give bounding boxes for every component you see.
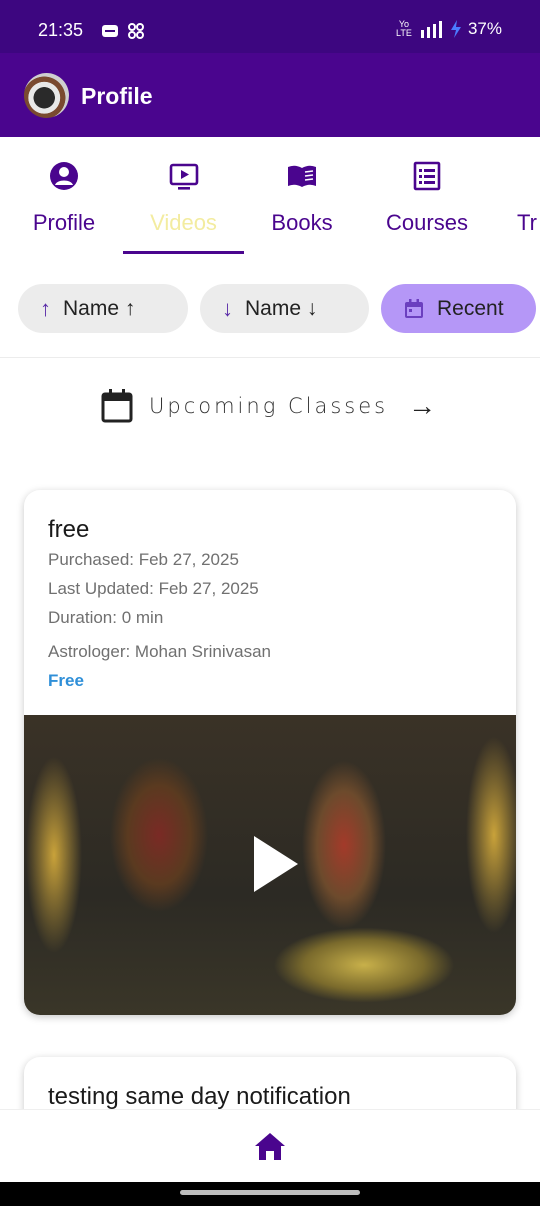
purchased-date: Purchased: Feb 27, 2025: [48, 550, 239, 569]
calendar-icon: [101, 389, 133, 423]
bottom-navigation: [0, 1109, 540, 1182]
home-icon[interactable]: [254, 1131, 286, 1161]
app-bar: Profile: [0, 53, 540, 137]
status-time: 21:35: [38, 20, 84, 40]
upcoming-classes-label: Upcoming Classes: [149, 394, 389, 418]
tab-profile[interactable]: Profile: [18, 137, 110, 257]
video-title: free: [48, 516, 90, 543]
tab-videos[interactable]: Videos: [123, 137, 244, 257]
tab-label: Tr: [517, 210, 537, 235]
list-icon: [413, 161, 441, 191]
duration: Duration: 0 min: [48, 608, 164, 627]
page-title: Profile: [81, 83, 153, 109]
tab-bar: Profile Videos Books Courses Tr: [0, 137, 540, 257]
video-title: testing same day notification: [48, 1083, 351, 1110]
last-updated-date: Last Updated: Feb 27, 2025: [48, 579, 259, 598]
account-circle-icon: [50, 162, 78, 190]
battery-charging-icon: [450, 20, 461, 38]
tab-books[interactable]: Books: [262, 137, 342, 257]
calendar-icon: [405, 298, 423, 318]
chip-label: Name ↓: [245, 296, 318, 320]
astrologer: Astrologer: Mohan Srinivasan: [48, 642, 272, 661]
system-icons: Yo LTE 37%: [396, 19, 502, 39]
play-icon[interactable]: [254, 836, 298, 892]
tv-play-icon: [169, 163, 198, 190]
tab-label: Books: [271, 210, 333, 235]
chip-label: Recent: [437, 296, 504, 320]
tab-label: Profile: [32, 210, 96, 235]
book-open-icon: [288, 165, 316, 187]
battery-percent: 37%: [467, 19, 502, 38]
upcoming-classes-link[interactable]: Upcoming Classes →: [101, 388, 436, 424]
tab-partial[interactable]: Tr: [517, 137, 540, 257]
gesture-bar: [0, 1182, 540, 1206]
price-badge: Free: [48, 671, 84, 690]
tab-label: Videos: [150, 210, 217, 235]
arrow-up-icon: ↑: [40, 295, 51, 321]
arrow-right-icon: →: [408, 390, 437, 421]
divider: [0, 357, 540, 358]
home-gesture-handle[interactable]: [180, 1190, 360, 1195]
volte-icon: Yo LTE: [396, 19, 412, 38]
video-thumbnail[interactable]: [24, 715, 516, 1015]
signal-icon: [420, 21, 442, 38]
app-notification-icon: [102, 25, 118, 37]
video-card[interactable]: free Purchased: Feb 27, 2025 Last Update…: [24, 490, 516, 1015]
avatar[interactable]: [24, 73, 69, 118]
chip-label: Name ↑: [63, 296, 136, 320]
arrow-down-icon: ↓: [222, 295, 233, 321]
tab-courses[interactable]: Courses: [377, 137, 477, 257]
slack-icon: [128, 23, 144, 39]
tab-label: Courses: [386, 210, 468, 235]
notification-icons: [101, 22, 145, 40]
sort-name-desc-chip[interactable]: ↓ Name ↓: [200, 284, 369, 333]
sort-recent-chip[interactable]: Recent: [381, 284, 536, 333]
sort-chips: ↑ Name ↑ ↓ Name ↓ Recent: [0, 284, 540, 334]
status-bar: 21:35 Yo LTE 37%: [0, 0, 540, 53]
tab-indicator: [123, 251, 244, 254]
sort-name-asc-chip[interactable]: ↑ Name ↑: [18, 284, 188, 333]
